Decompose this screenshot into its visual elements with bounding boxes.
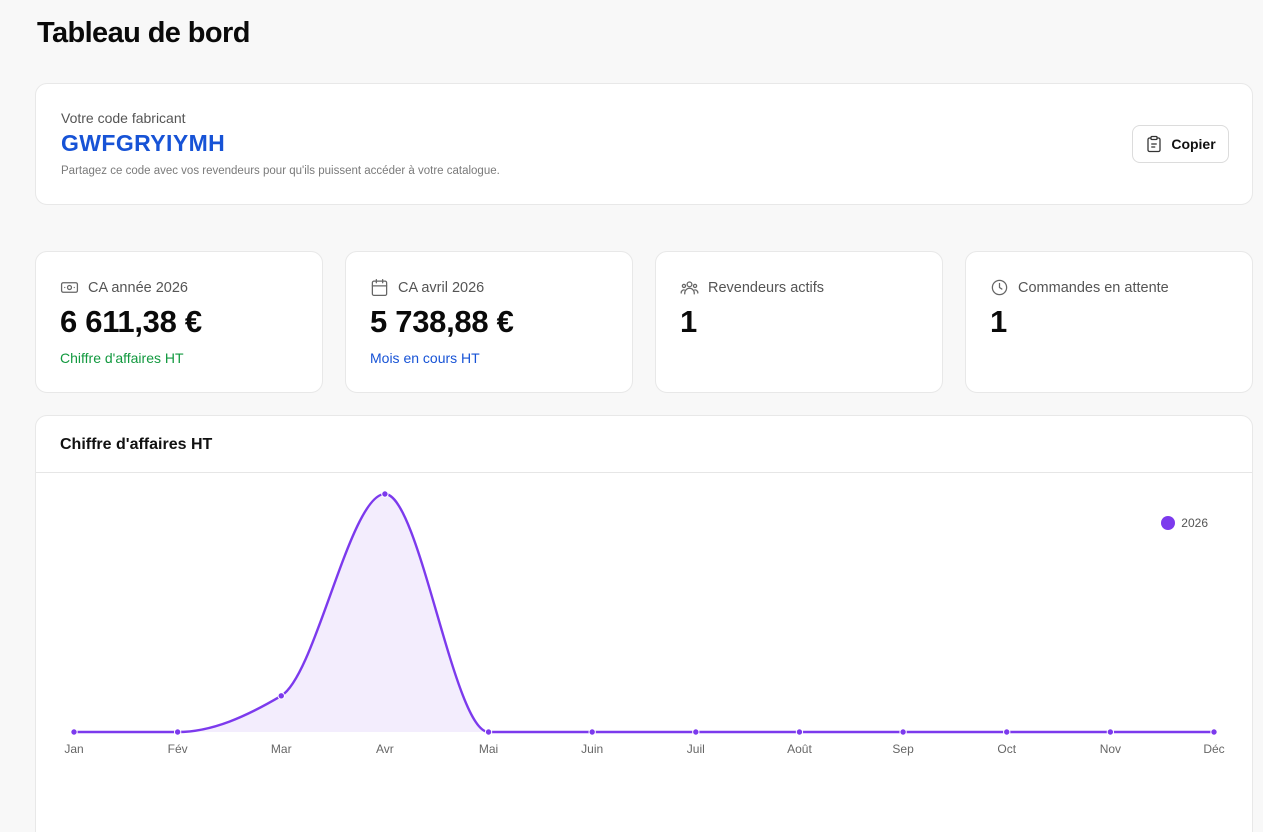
revenue-chart-card: Chiffre d'affaires HT 2026 Jan Fév Mar Avr M…: [35, 415, 1253, 832]
x-tick-label: Août: [787, 742, 812, 756]
page-title: Tableau de bord: [37, 17, 250, 49]
stat-label: Commandes en attente: [1018, 279, 1169, 296]
data-point-Déc[interactable]: [1210, 728, 1218, 736]
stat-subtitle: Chiffre d'affaires HT: [60, 350, 184, 366]
stat-card-revenue-month: CA avril 2026 5 738,88 € Mois en cours H…: [345, 251, 633, 393]
stat-card-pending-orders: Commandes en attente 1: [965, 251, 1253, 393]
data-point-Mar[interactable]: [277, 692, 285, 700]
stat-value: 1: [680, 304, 697, 339]
users-icon: [680, 281, 699, 295]
data-point-Avr[interactable]: [381, 490, 389, 498]
stat-label: Revendeurs actifs: [708, 279, 825, 296]
x-tick-label: Déc: [1203, 742, 1224, 756]
x-tick-label: Sep: [892, 742, 914, 756]
dashboard-page: Tableau de bord Votre code fabricant GWF…: [0, 0, 1263, 832]
x-tick-label: Nov: [1100, 742, 1121, 756]
data-point-Sep[interactable]: [899, 728, 907, 736]
data-point-Juil[interactable]: [692, 728, 700, 736]
stat-card-revenue-year: CA année 2026 6 611,38 € Chiffre d'affai…: [35, 251, 323, 393]
manufacturer-code: GWFGRYIYMH: [61, 130, 226, 156]
x-tick-label: Jan: [64, 742, 83, 756]
stat-label: CA avril 2026: [398, 279, 485, 296]
manufacturer-code-card: Votre code fabricant GWFGRYIYMH Partagez…: [35, 83, 1253, 205]
copy-button-label: Copier: [1171, 136, 1216, 152]
data-point-Mai[interactable]: [484, 728, 493, 736]
calendar-icon: [371, 278, 388, 297]
data-point-Août[interactable]: [795, 728, 804, 736]
clock-icon: [991, 279, 1008, 296]
x-tick-label: Oct: [997, 742, 1016, 756]
revenue-line-chart: Jan Fév Mar Avr Mai Juin Juil Août Sep Oct Nov Déc: [64, 490, 1225, 756]
data-point-Jan[interactable]: [70, 728, 78, 736]
x-tick-label: Avr: [376, 742, 394, 756]
clipboard-icon: [1147, 135, 1161, 153]
x-tick-label: Juil: [687, 742, 705, 756]
stat-label: CA année 2026: [88, 279, 188, 296]
data-point-Fév[interactable]: [173, 728, 182, 736]
x-tick-label: Mai: [479, 742, 498, 756]
data-point-Oct[interactable]: [1003, 728, 1011, 736]
series-line: [73, 492, 1214, 734]
stat-card-active-resellers: Revendeurs actifs 1: [655, 251, 943, 393]
x-tick-label: Juin: [581, 742, 603, 756]
stat-value: 5 738,88 €: [370, 304, 514, 339]
code-help-text: Partagez ce code avec vos revendeurs pou…: [61, 165, 500, 177]
banknote-icon: [60, 282, 79, 293]
series-area: [74, 494, 1214, 732]
stat-subtitle: Mois en cours HT: [370, 350, 480, 366]
x-tick-label: Mar: [271, 742, 292, 756]
chart-title: Chiffre d'affaires HT: [60, 436, 213, 453]
stat-value: 6 611,38 €: [60, 304, 202, 339]
code-label: Votre code fabricant: [61, 110, 186, 126]
x-tick-label: Fév: [168, 742, 188, 756]
data-point-Nov[interactable]: [1106, 728, 1115, 736]
copy-button[interactable]: Copier: [1132, 125, 1229, 163]
data-point-Juin[interactable]: [588, 728, 596, 736]
stat-value: 1: [990, 304, 1007, 339]
